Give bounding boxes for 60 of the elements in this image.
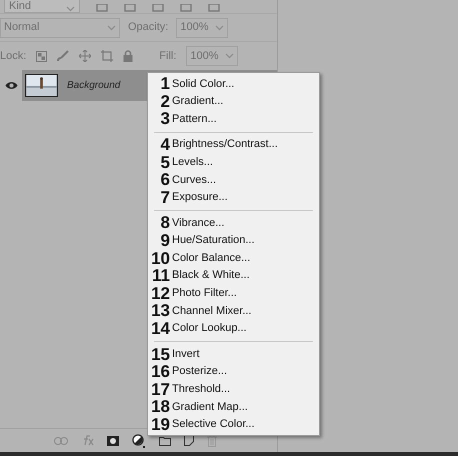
crop-icon[interactable] xyxy=(101,50,114,62)
filter-icon[interactable] xyxy=(152,4,164,12)
filter-icon[interactable] xyxy=(96,4,108,12)
menu-item[interactable]: 7 Exposure... xyxy=(148,188,319,206)
trash-icon[interactable] xyxy=(207,434,217,446)
chevron-icon xyxy=(225,53,234,59)
fill-label: Fill: xyxy=(159,48,176,64)
item-number: 3 xyxy=(160,110,170,128)
menu-item[interactable]: 12 Photo Filter... xyxy=(148,284,319,302)
move-icon[interactable] xyxy=(79,50,92,62)
filter-icon[interactable] xyxy=(208,4,220,12)
adjustment-icon[interactable] xyxy=(132,434,146,448)
menu-item[interactable]: 9 Hue/Saturation... xyxy=(148,232,319,250)
item-number: 18 xyxy=(150,398,170,416)
mask-icon[interactable] xyxy=(107,436,119,446)
link-icon[interactable] xyxy=(54,436,68,444)
opacity-label: Opacity: xyxy=(128,20,168,36)
item-number: 17 xyxy=(150,380,170,398)
item-number: 16 xyxy=(150,363,170,380)
menu-item[interactable]: 6 Curves... xyxy=(148,170,319,189)
item-number: 9 xyxy=(160,232,170,250)
menu-item[interactable]: 19 Selective Color... xyxy=(148,416,319,434)
item-number: 8 xyxy=(160,214,170,232)
menu-item[interactable]: 11 Black & White... xyxy=(148,266,319,285)
menu-item[interactable]: 8 Vibrance... xyxy=(148,214,319,232)
item-number: 19 xyxy=(150,416,170,433)
checker-icon[interactable] xyxy=(36,50,48,62)
filter-icon[interactable] xyxy=(124,4,136,12)
item-number: 10 xyxy=(150,250,170,267)
item-number: 6 xyxy=(160,171,170,188)
menu-item[interactable]: 18 Gradient Map... xyxy=(148,398,319,416)
item-number: 11 xyxy=(151,267,170,284)
menu-item[interactable]: 5 Levels... xyxy=(148,153,319,171)
chevron-icon xyxy=(66,6,75,12)
eye-icon[interactable] xyxy=(4,81,18,90)
item-number: 7 xyxy=(160,188,170,206)
item-number: 4 xyxy=(160,136,170,154)
chevron-icon xyxy=(215,24,224,30)
item-number: 13 xyxy=(150,302,170,320)
item-number: 12 xyxy=(150,284,170,302)
item-number: 15 xyxy=(150,346,170,363)
item-number: 1 xyxy=(160,75,170,92)
item-number: 14 xyxy=(150,320,170,338)
menu-item[interactable]: 17 Threshold... xyxy=(148,380,319,398)
menu-item[interactable]: 10 Color Balance... xyxy=(148,249,319,267)
menu-item[interactable]: 16 Posterize... xyxy=(148,362,319,380)
chevron-icon xyxy=(107,24,116,30)
menu-item[interactable]: 4 Brightness/Contrast... xyxy=(148,136,319,154)
lock-label: Lock: xyxy=(0,48,26,64)
filter-icon[interactable] xyxy=(180,4,192,12)
lock-icon[interactable] xyxy=(123,50,134,62)
folder-icon[interactable] xyxy=(159,436,171,446)
menu-item[interactable]: 3 Pattern... xyxy=(148,110,319,128)
menu-item[interactable]: 13 Channel Mixer... xyxy=(148,302,319,320)
menu-item[interactable]: 15 Invert xyxy=(148,345,319,363)
brush-icon[interactable] xyxy=(57,50,70,62)
item-number: 5 xyxy=(160,154,170,171)
menu-item[interactable]: 14 Color Lookup... xyxy=(148,320,319,338)
fx-icon[interactable] xyxy=(81,435,94,446)
layer-name: Background xyxy=(67,79,120,93)
